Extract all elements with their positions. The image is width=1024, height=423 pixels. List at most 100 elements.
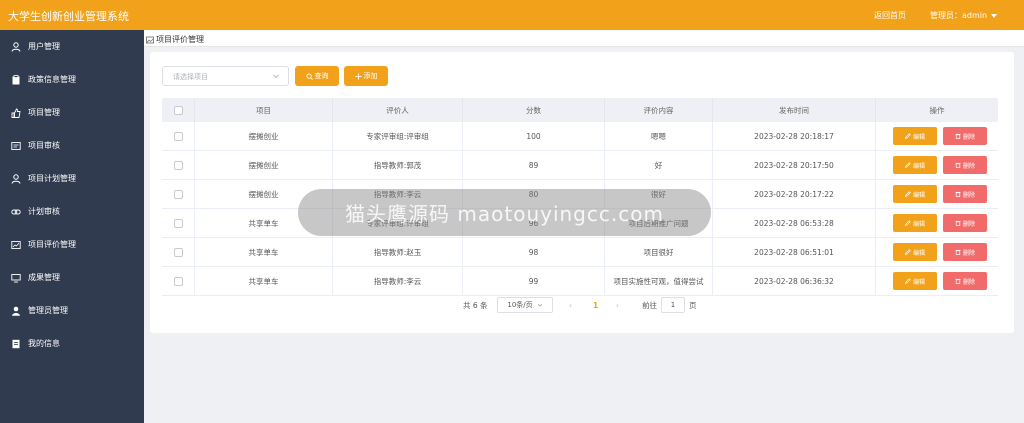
sidebar-item-plan-review[interactable]: 计划审核 xyxy=(0,195,144,228)
watermark-text: 猫头鹰源码 maotouyingcc.com xyxy=(345,202,664,226)
actions-cell: 编辑 删除 xyxy=(876,238,998,266)
table-cell: 98 xyxy=(463,238,605,266)
search-button-label: 查询 xyxy=(314,72,329,80)
sidebar-item-policy[interactable]: 政策信息管理 xyxy=(0,63,144,96)
edit-icon xyxy=(904,133,911,139)
project-select-placeholder: 请选择项目 xyxy=(173,73,208,81)
column-header[interactable]: 项目 xyxy=(195,98,333,122)
table-cell: 2023-02-28 20:17:22 xyxy=(713,180,876,208)
table-cell: 2023-02-28 06:53:28 xyxy=(713,209,876,237)
column-header[interactable]: 评价人 xyxy=(333,98,463,122)
row-checkbox[interactable] xyxy=(173,218,183,228)
table-row: 共享单车 指导教师:李云 99 项目实施性可观，值得尝试 2023-02-28 06:3… xyxy=(162,267,998,296)
trash-icon xyxy=(955,249,961,255)
add-button[interactable]: 添加 xyxy=(344,66,388,86)
sidebar-item-evaluation[interactable]: 项目评价管理 xyxy=(0,228,144,261)
row-checkbox[interactable] xyxy=(173,276,183,286)
sidebar-item-admins[interactable]: 管理员管理 xyxy=(0,294,144,327)
column-header: 操作 xyxy=(929,105,945,115)
table-row: 摆摊创业 指导教师:郭茂 89 好 2023-02-28 20:17:50 编辑 删除 xyxy=(162,151,998,180)
edit-icon xyxy=(904,278,911,284)
chevron-down-icon xyxy=(537,304,542,307)
project-select[interactable]: 请选择项目 xyxy=(162,66,289,86)
sidebar-item-label: 用户管理 xyxy=(28,42,60,51)
column-header[interactable]: 分数 xyxy=(463,98,605,122)
goto-page-input[interactable]: 1 xyxy=(661,297,685,313)
breadcrumb-bar xyxy=(144,30,1024,47)
table-cell: 共享单车 xyxy=(195,238,333,266)
edit-button[interactable]: 编辑 xyxy=(893,127,937,145)
admin-menu[interactable]: 管理员：admin xyxy=(930,10,998,21)
thumbs-up-icon xyxy=(10,107,22,119)
delete-button[interactable]: 删除 xyxy=(943,243,987,261)
row-checkbox[interactable] xyxy=(173,247,183,257)
table-cell: 项目实施性可观，值得尝试 xyxy=(605,267,713,295)
row-checkbox-cell xyxy=(162,180,195,208)
table-cell: 共享单车 xyxy=(195,267,333,295)
actions-cell: 编辑 删除 xyxy=(876,122,998,150)
app-title: 大学生创新创业管理系统 xyxy=(8,10,129,23)
top-bar: 大学生创新创业管理系统 返回首页 管理员：admin xyxy=(0,0,1024,30)
table-cell: 专家评审组:评审组 xyxy=(333,122,463,150)
page-number-current[interactable]: 1 xyxy=(593,297,598,313)
actions-cell: 编辑 删除 xyxy=(876,151,998,179)
person-filled-icon xyxy=(10,305,22,317)
chevron-down-icon xyxy=(273,74,279,79)
edit-button[interactable]: 编辑 xyxy=(893,243,937,261)
home-link[interactable]: 返回首页 xyxy=(874,10,906,21)
row-checkbox[interactable] xyxy=(173,189,183,199)
table-row: 共享单车 指导教师:赵玉 98 项目很好 2023-02-28 06:51:01 编辑 删除 xyxy=(162,238,998,267)
table-cell: 指导教师:郭茂 xyxy=(333,151,463,179)
edit-button[interactable]: 编辑 xyxy=(893,214,937,232)
row-checkbox[interactable] xyxy=(173,131,183,141)
search-button[interactable]: 查询 xyxy=(295,66,339,86)
pagination-total: 共 6 条 xyxy=(463,300,488,310)
edit-icon xyxy=(904,249,911,255)
page-size-select[interactable]: 10条/页 xyxy=(497,297,553,313)
sidebar-item-label: 项目审核 xyxy=(28,141,60,150)
edit-button[interactable]: 编辑 xyxy=(893,185,937,203)
watermark-overlay: 猫头鹰源码 maotouyingcc.com xyxy=(298,189,711,236)
edit-icon xyxy=(904,162,911,168)
next-page-button[interactable]: › xyxy=(616,297,619,313)
edit-icon xyxy=(904,191,911,197)
trash-icon xyxy=(955,133,961,139)
sidebar-item-project-review[interactable]: 项目审核 xyxy=(0,129,144,162)
link-icon xyxy=(10,206,22,218)
select-all-checkbox[interactable] xyxy=(173,105,183,115)
delete-button-label: 删除 xyxy=(962,133,975,141)
delete-button[interactable]: 删除 xyxy=(943,272,987,290)
column-header[interactable]: 评价内容 xyxy=(605,98,713,122)
sidebar-item-my-info[interactable]: 我的信息 xyxy=(0,327,144,360)
row-checkbox[interactable] xyxy=(173,160,183,170)
user-icon xyxy=(10,173,22,185)
column-header[interactable]: 发布时间 xyxy=(713,98,876,122)
delete-button[interactable]: 删除 xyxy=(943,214,987,232)
edit-button-label: 编辑 xyxy=(912,162,925,170)
sidebar-item-label: 我的信息 xyxy=(28,339,60,348)
sidebar-item-label: 成果管理 xyxy=(28,273,60,282)
edit-icon xyxy=(904,220,911,226)
table-cell: 指导教师:赵玉 xyxy=(333,238,463,266)
sidebar-item-results[interactable]: 成果管理 xyxy=(0,261,144,294)
goto-suffix: 页 xyxy=(689,300,697,310)
delete-button[interactable]: 删除 xyxy=(943,156,987,174)
row-checkbox-cell xyxy=(162,122,195,150)
breadcrumb-label[interactable]: 项目评价管理 xyxy=(156,34,204,45)
delete-button[interactable]: 删除 xyxy=(943,185,987,203)
edit-button[interactable]: 编辑 xyxy=(893,272,937,290)
edit-button[interactable]: 编辑 xyxy=(893,156,937,174)
clipboard-icon xyxy=(10,74,22,86)
sidebar-item-label: 项目计划管理 xyxy=(28,174,76,183)
user-icon xyxy=(10,41,22,53)
row-checkbox-cell xyxy=(162,267,195,295)
prev-page-button[interactable]: ‹ xyxy=(569,297,572,313)
sidebar-item-projects[interactable]: 项目管理 xyxy=(0,96,144,129)
edit-button-label: 编辑 xyxy=(912,133,925,141)
goto-label: 前往 xyxy=(642,300,657,310)
review-icon xyxy=(10,140,22,152)
sidebar-item-user-management[interactable]: 用户管理 xyxy=(0,30,144,63)
delete-button[interactable]: 删除 xyxy=(943,127,987,145)
sidebar-item-plan-management[interactable]: 项目计划管理 xyxy=(0,162,144,195)
actions-cell: 编辑 删除 xyxy=(876,180,998,208)
